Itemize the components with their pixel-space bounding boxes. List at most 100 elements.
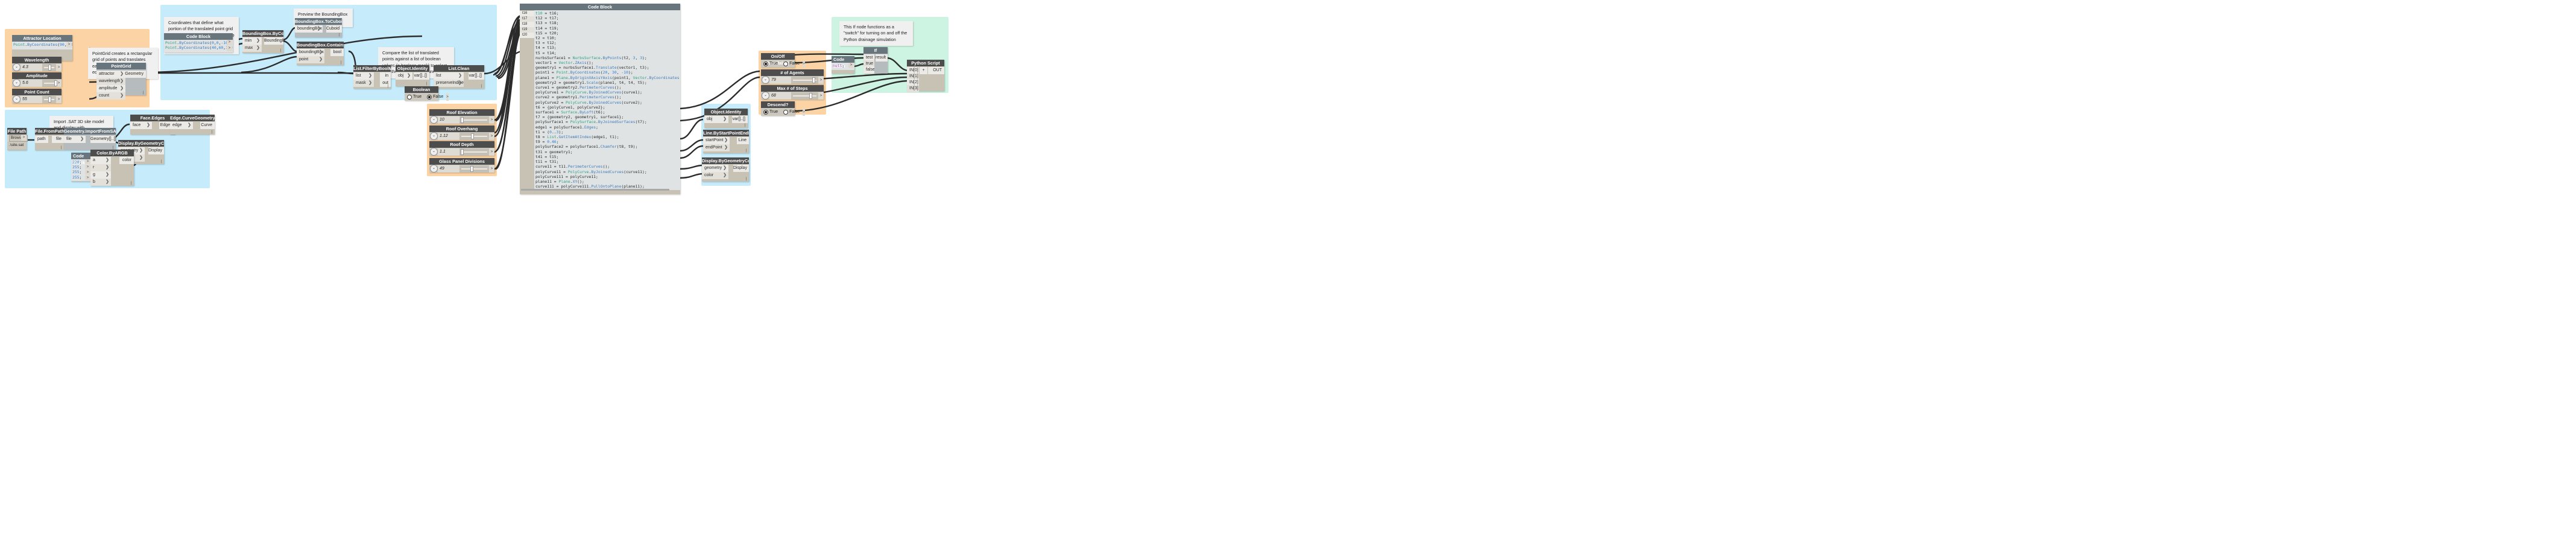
port-wavelength[interactable]: wavelength❯ xyxy=(96,78,125,85)
chevron-down-icon[interactable]: ⌄ xyxy=(430,116,438,124)
radio-false[interactable] xyxy=(427,95,432,100)
node-face-edges[interactable]: Face.Edges face❯ Edge[] | xyxy=(130,115,175,135)
port-display-out[interactable]: Display xyxy=(148,147,164,154)
slider-max-steps[interactable]: Max # of Steps ⌄ 68 > xyxy=(761,85,824,100)
node-boundingbox-tocuboid[interactable]: BoundingBox.ToCuboid boundingBox❯ Cuboid… xyxy=(295,18,342,37)
chevron-down-icon[interactable]: ⌄ xyxy=(13,95,21,103)
slider-value[interactable]: 79 xyxy=(769,77,791,84)
port-boundingbox[interactable]: boundingBox❯ xyxy=(295,25,323,33)
output-port-toggle-b[interactable]: > xyxy=(85,176,90,180)
port-out-out[interactable]: out xyxy=(380,80,391,87)
slider-value[interactable]: 55 xyxy=(21,96,42,103)
slider-track[interactable] xyxy=(42,80,56,87)
port-bool-out[interactable]: bool xyxy=(330,49,344,56)
node-code-block-null[interactable]: Code Block null; > xyxy=(832,56,854,74)
code-editor[interactable]: t10 = t16; t12 = t17; t13 = t18; t14 = t… xyxy=(534,10,680,190)
slider-value[interactable]: 49 xyxy=(438,165,459,173)
port-curve-out[interactable]: Curve xyxy=(200,122,215,129)
node-boundingbox-contains[interactable]: BoundingBox.Contains boundingBox❯ point❯… xyxy=(297,42,344,65)
node-on-off[interactable]: On/Off (true/false) True False > xyxy=(761,53,795,68)
output-port-toggle[interactable]: > xyxy=(818,77,824,84)
node-python-script[interactable]: Python Script IN[0] IN[1] IN[2] IN[3] + … xyxy=(907,60,944,91)
port-min[interactable]: min❯ xyxy=(242,37,262,45)
port-color-out[interactable]: color xyxy=(119,157,134,164)
port-b[interactable]: b❯ xyxy=(90,179,111,186)
node-boundingbox-bycorners[interactable]: BoundingBox.ByCorners min❯ max❯ Bounding… xyxy=(242,30,283,53)
node-object-identity-1[interactable]: Object.Identity obj❯ var[]..[] | xyxy=(396,65,429,86)
node-code-block-bbox[interactable]: Code Block Point.ByCoordinates(0,0,-100)… xyxy=(164,33,233,52)
chevron-down-icon[interactable]: ⌄ xyxy=(762,92,769,100)
slider-track[interactable] xyxy=(42,64,56,71)
port-file[interactable]: file❯ xyxy=(64,136,86,143)
port-t20[interactable]: t20 xyxy=(520,33,534,38)
slider-track[interactable] xyxy=(459,148,489,156)
port-obj[interactable]: obj❯ xyxy=(704,116,728,123)
port-list[interactable]: list❯ xyxy=(434,72,464,80)
output-port-toggle[interactable]: > xyxy=(818,92,824,100)
output-port-toggle-g[interactable]: > xyxy=(85,170,90,175)
code-editor[interactable]: Point.ByCoordinates(90,120,0); xyxy=(12,42,72,49)
port-var-out[interactable]: var[]..[] xyxy=(414,72,429,80)
output-port-toggle[interactable]: > xyxy=(66,42,72,48)
output-port-toggle[interactable]: > xyxy=(489,133,494,140)
node-pointgrid[interactable]: PointGrid attractor❯ wavelength❯ amplitu… xyxy=(96,63,146,95)
port-false[interactable]: false xyxy=(863,66,874,74)
chevron-down-icon[interactable]: ⌄ xyxy=(13,79,21,87)
port-count[interactable]: count❯ xyxy=(96,92,125,100)
port-cuboid-out[interactable]: Cuboid xyxy=(326,25,342,33)
output-port-toggle-r[interactable]: > xyxy=(85,165,90,170)
port-geometry-out[interactable]: Geometry xyxy=(124,71,146,78)
output-port-toggle[interactable]: > xyxy=(848,63,854,68)
chevron-down-icon[interactable]: ⌄ xyxy=(430,148,438,156)
node-color-byargb[interactable]: Color.ByARGB a❯ r❯ g❯ b❯ color | xyxy=(90,150,134,186)
node-code-block-argb[interactable]: Code Block 220; 255; 255; 255; > > > > xyxy=(71,153,90,182)
port-a[interactable]: a❯ xyxy=(90,157,111,164)
chevron-down-icon[interactable]: ⌄ xyxy=(430,165,438,173)
port-max[interactable]: max❯ xyxy=(242,45,262,52)
output-port-toggle[interactable]: > xyxy=(489,165,494,173)
output-port-toggle[interactable]: > xyxy=(803,109,805,116)
radio-false[interactable] xyxy=(783,110,788,115)
slider-track[interactable] xyxy=(459,116,489,124)
port-mask[interactable]: mask❯ xyxy=(353,80,374,87)
port-endpoint[interactable]: endPoint❯ xyxy=(703,144,730,151)
slider-value[interactable]: 68 xyxy=(769,92,791,100)
node-object-identity-2[interactable]: Object.Identity obj❯ var[]..[] | xyxy=(704,109,748,128)
port-t18[interactable]: t18 xyxy=(520,22,534,27)
port-list[interactable]: list❯ xyxy=(353,72,374,80)
output-port-toggle[interactable]: > xyxy=(21,135,27,141)
port-result-out[interactable]: result xyxy=(876,54,888,62)
slider-glass-panel-divisions[interactable]: Glass Panel Divisions ⌄ 49 > xyxy=(429,158,494,173)
dynamo-canvas[interactable]: PointGrid creates a rectangular grid of … xyxy=(0,0,2576,555)
port-var-out[interactable]: var[]..[] xyxy=(469,72,484,80)
node-descend[interactable]: Descend? True False > xyxy=(761,101,795,116)
port-path[interactable]: path xyxy=(35,136,48,143)
chevron-down-icon[interactable]: ⌄ xyxy=(13,63,21,71)
port-t17[interactable]: t17 xyxy=(520,16,534,22)
chevron-down-icon[interactable]: ⌄ xyxy=(762,76,769,84)
code-editor[interactable]: Point.ByCoordinates(0,0,-100); Point.ByC… xyxy=(164,40,233,52)
slider-wavelength[interactable]: Wavelength ⌄ 4.3 > xyxy=(12,57,62,71)
output-port-toggle[interactable]: > xyxy=(489,148,494,156)
slider-track[interactable] xyxy=(791,92,818,100)
node-file-path[interactable]: File Path Browse... .\site.sat > xyxy=(7,128,27,150)
port-geometry-out[interactable]: Geometry[]..[] xyxy=(90,136,116,143)
slider-num-agents[interactable]: # of Agents ⌄ 79 > xyxy=(761,69,824,84)
output-port-toggle[interactable]: > xyxy=(489,116,494,124)
output-port-toggle[interactable]: > xyxy=(56,96,62,103)
slider-track[interactable] xyxy=(42,96,56,103)
output-port-toggle[interactable]: > xyxy=(446,94,449,101)
output-port-toggle-a[interactable]: > xyxy=(85,159,90,164)
port-point[interactable]: point❯ xyxy=(297,56,324,63)
port-color[interactable]: color❯ xyxy=(702,172,728,179)
output-port-toggle[interactable]: > xyxy=(803,60,805,68)
port-file-out[interactable]: file xyxy=(52,136,64,143)
slider-track[interactable] xyxy=(791,77,818,84)
radio-true[interactable] xyxy=(407,95,412,100)
chevron-down-icon[interactable]: ⌄ xyxy=(430,132,438,140)
port-line-out[interactable]: Line xyxy=(737,137,749,144)
output-port-toggle-max[interactable]: > xyxy=(227,46,232,51)
radio-true[interactable] xyxy=(763,110,768,115)
node-file-frompath[interactable]: File.FromPath path file | xyxy=(35,128,64,150)
node-if[interactable]: If test true false result xyxy=(863,47,888,74)
